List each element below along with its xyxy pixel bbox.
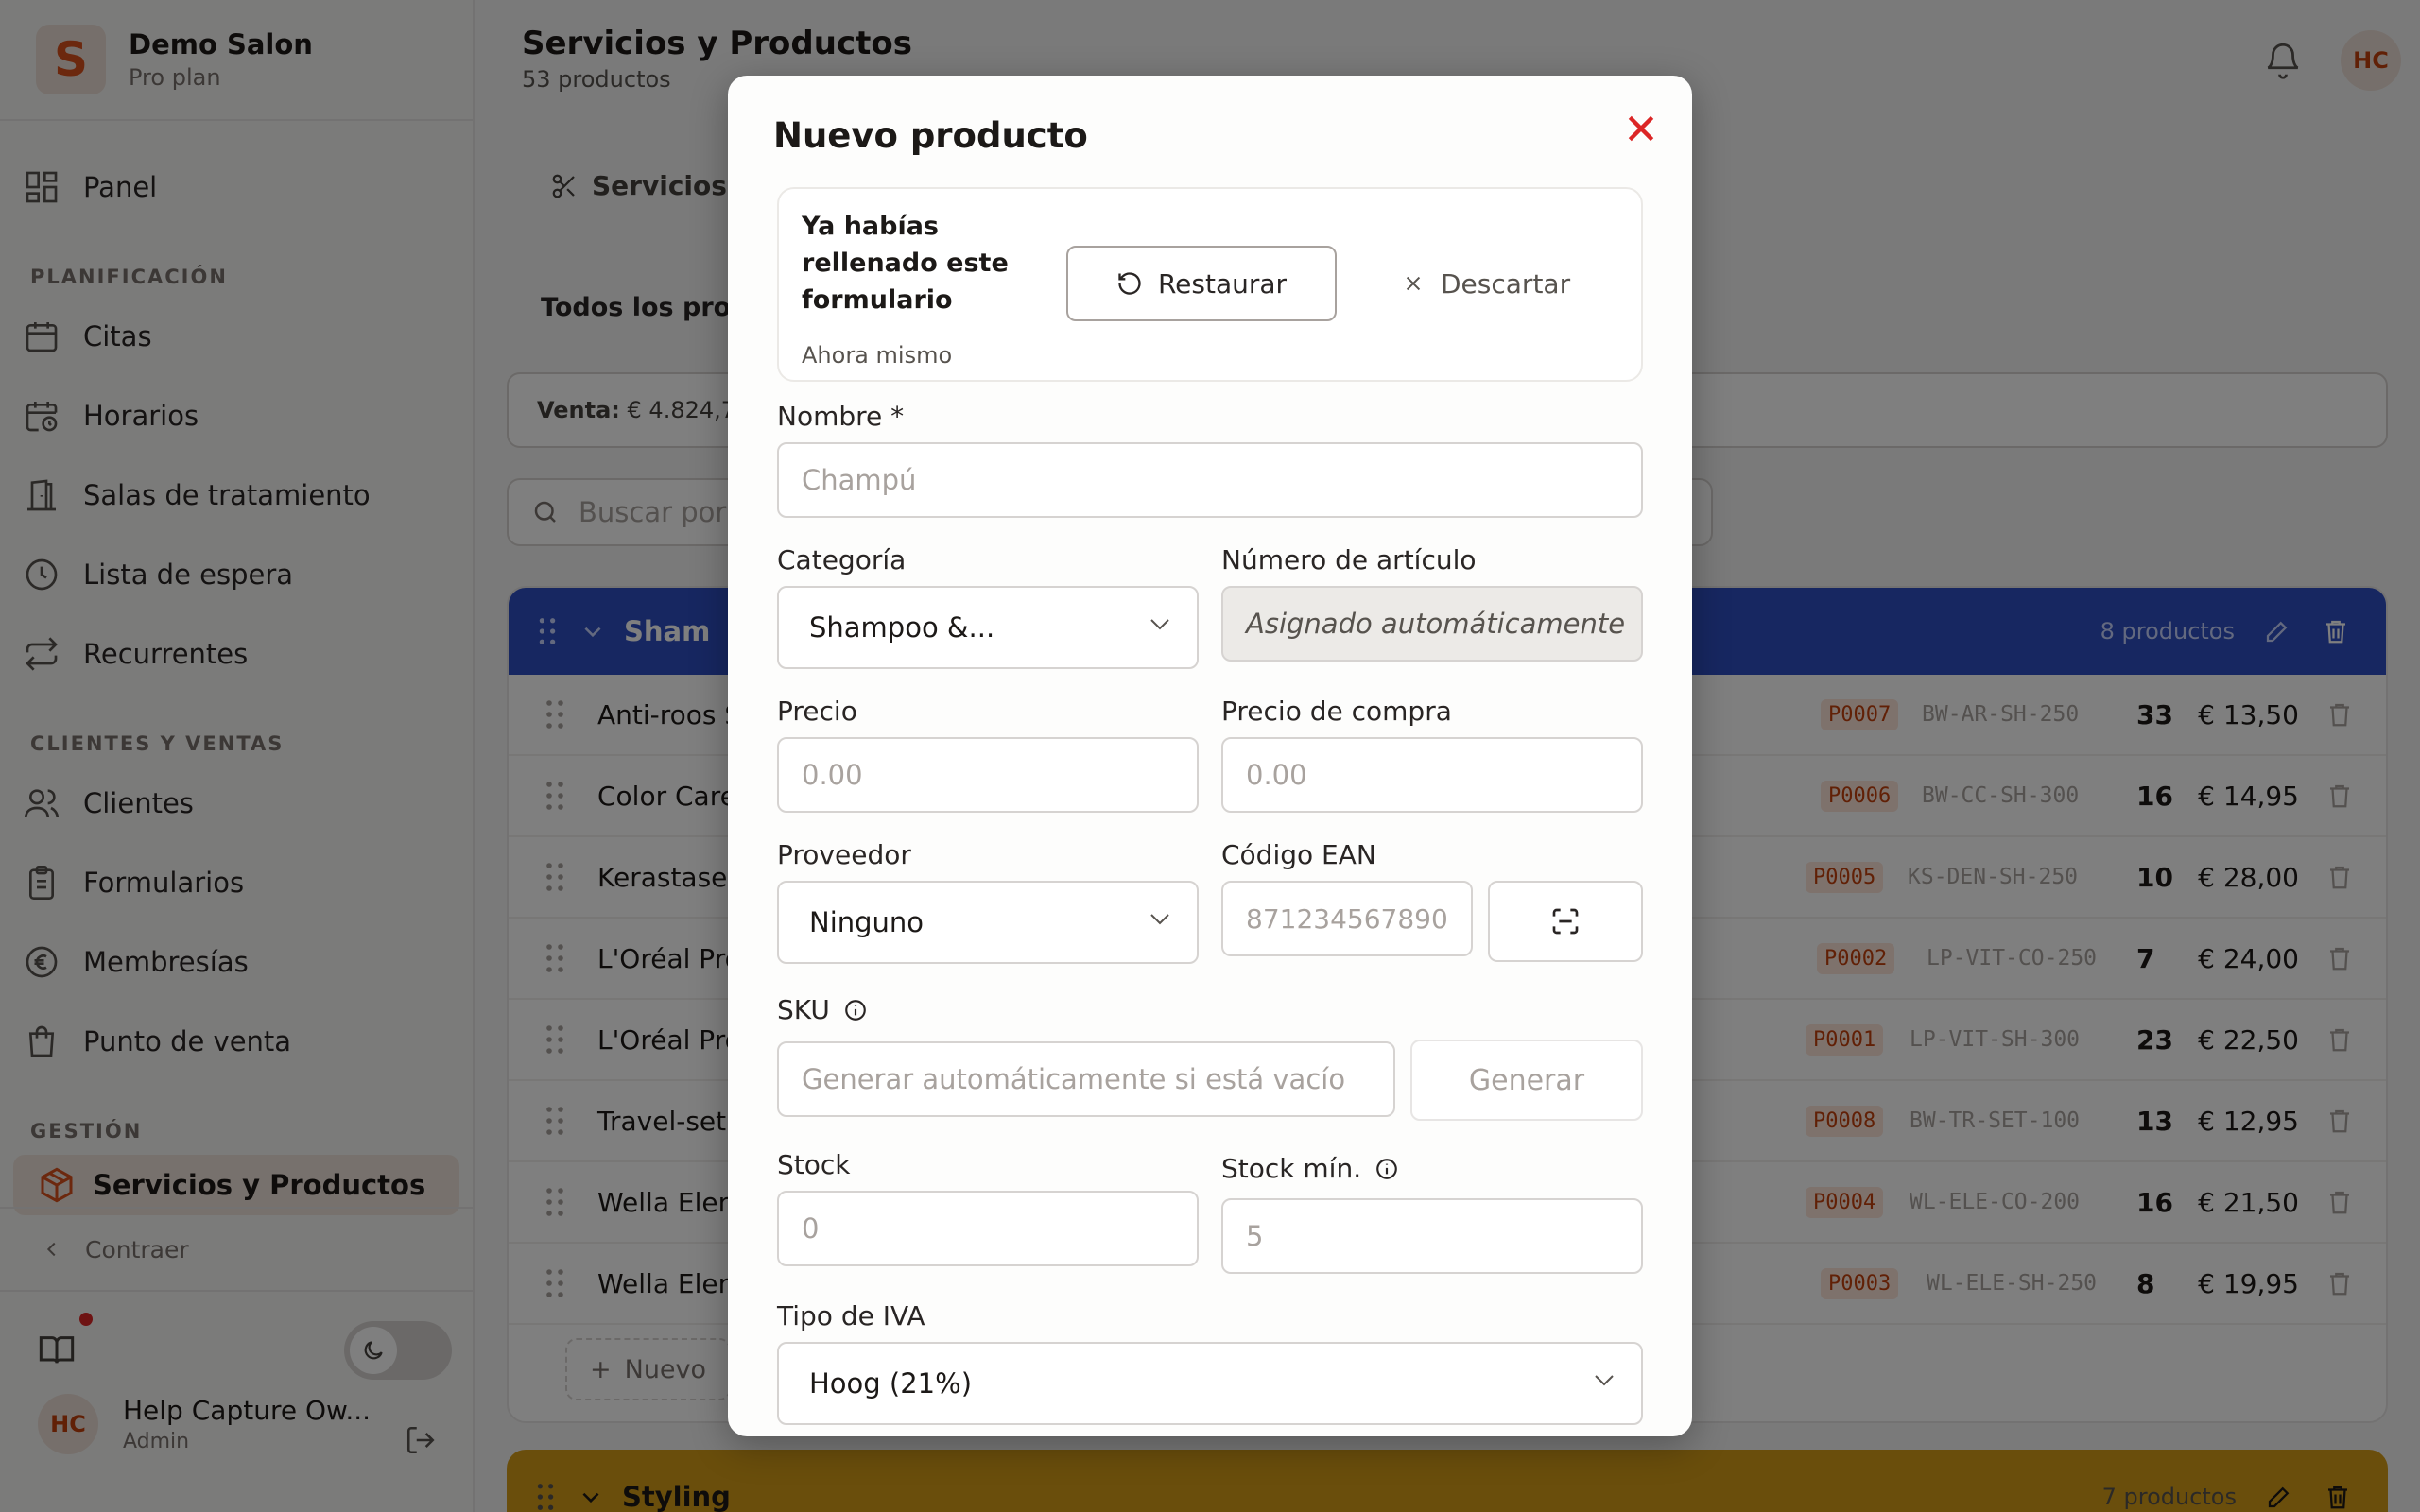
generate-sku-button[interactable]: Generar [1410,1040,1643,1121]
article-number-value: Asignado automáticamente [1246,608,1626,640]
vat-select[interactable]: Hoog (21%) [777,1342,1643,1425]
ean-placeholder: 871234567890 [1246,902,1448,935]
min-stock-placeholder: 5 [1246,1220,1264,1252]
category-label: Categoría [777,544,907,576]
price-field[interactable]: 0.00 [777,737,1199,813]
sku-field[interactable]: Generar automáticamente si está vacío [777,1041,1395,1117]
discard-label: Descartar [1441,267,1571,300]
info-icon[interactable] [1374,1157,1399,1181]
supplier-label: Proveedor [777,839,911,870]
close-icon[interactable] [1622,110,1660,147]
article-number-field: Asignado automáticamente [1221,586,1643,662]
purchase-price-placeholder: 0.00 [1246,759,1307,791]
discard-button[interactable]: Descartar [1403,246,1570,321]
stock-field[interactable]: 0 [777,1191,1199,1266]
info-icon[interactable] [843,998,868,1022]
chevron-down-icon [1595,1375,1614,1386]
supplier-select[interactable]: Ninguno [777,881,1199,964]
min-stock-label-row: Stock mín. [1221,1153,1399,1184]
draft-title: Ya habías rellenado este formulario [802,212,1009,315]
name-field[interactable]: Champú [777,442,1643,518]
min-stock-field[interactable]: 5 [1221,1198,1643,1274]
category-value: Shampoo &... [809,611,995,644]
name-label: Nombre * [777,401,905,432]
restore-button[interactable]: Restaurar [1066,246,1337,321]
sku-label: SKU [777,994,830,1025]
new-product-dialog: Nuevo producto Ya habías rellenado este … [728,76,1692,1436]
supplier-value: Ninguno [809,906,925,938]
restore-icon [1118,272,1141,295]
name-placeholder: Champú [802,464,917,496]
sku-label-row: SKU [777,994,868,1025]
draft-time: Ahora mismo [802,342,953,369]
category-select[interactable]: Shampoo &... [777,586,1199,669]
draft-restore-banner: Ya habías rellenado este formulario Ahor… [777,187,1643,382]
chevron-down-icon [1150,619,1169,630]
vat-value: Hoog (21%) [809,1367,973,1400]
vat-label: Tipo de IVA [777,1300,925,1332]
x-icon [1406,276,1421,291]
stock-placeholder: 0 [802,1212,820,1245]
generate-label: Generar [1468,1063,1585,1097]
price-label: Precio [777,696,857,727]
purchase-price-field[interactable]: 0.00 [1221,737,1643,813]
scan-barcode-button[interactable] [1488,881,1643,962]
article-number-label: Número de artículo [1221,544,1477,576]
scan-icon [1552,908,1579,935]
ean-label: Código EAN [1221,839,1376,870]
purchase-price-label: Precio de compra [1221,696,1452,727]
dialog-title: Nuevo producto [773,115,1088,156]
price-placeholder: 0.00 [802,759,863,791]
sku-placeholder: Generar automáticamente si está vacío [802,1063,1346,1095]
restore-label: Restaurar [1157,267,1288,300]
min-stock-label: Stock mín. [1221,1153,1362,1184]
ean-field[interactable]: 871234567890 [1221,881,1473,956]
stock-label: Stock [777,1149,851,1180]
chevron-down-icon [1150,914,1169,925]
